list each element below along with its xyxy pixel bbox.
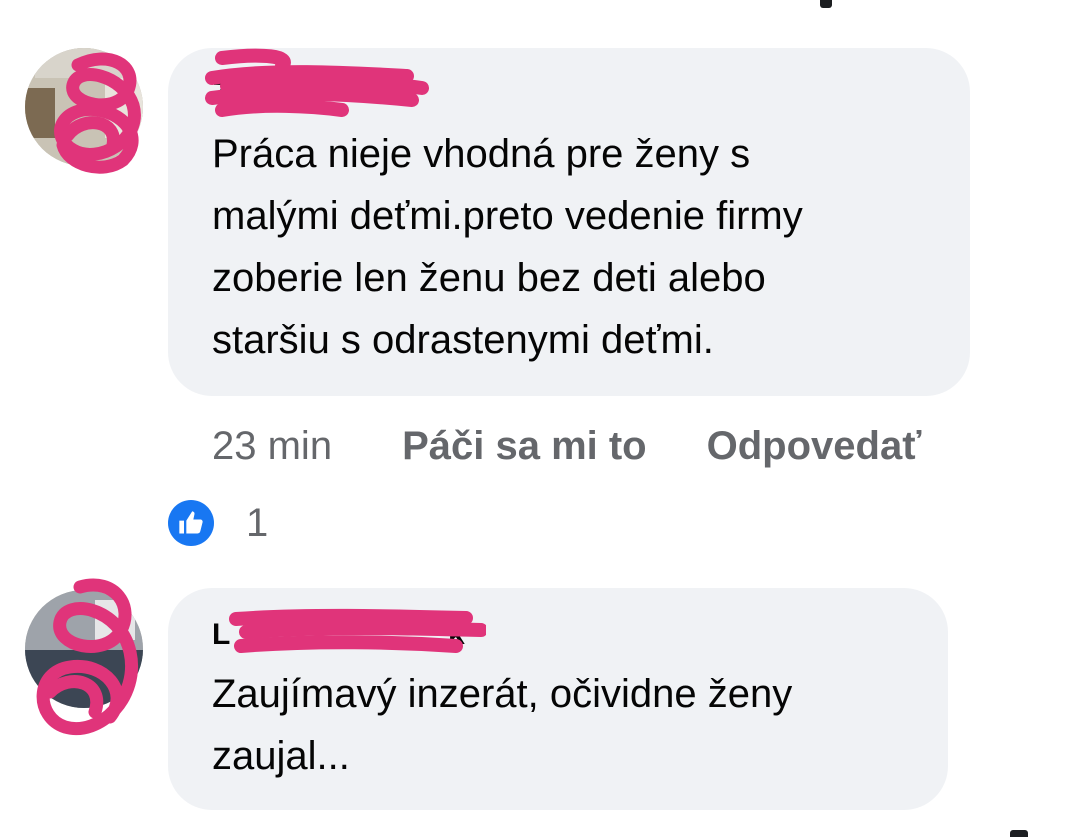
thumbs-up-icon <box>179 511 203 534</box>
clipped-text-fragment <box>1010 830 1028 837</box>
avatar[interactable] <box>25 48 143 166</box>
comment-bubble[interactable]: L k Zaujímavý inzerát, očividne ženy zau… <box>168 588 948 810</box>
comment-text: Práca nieje vhodná pre ženy s malými deť… <box>212 132 803 362</box>
reaction-summary[interactable]: 1 <box>168 498 268 548</box>
reaction-count: 1 <box>246 500 269 545</box>
comment-author[interactable]: L k <box>212 608 492 653</box>
comment-bubble[interactable]: Ž Práca nieje vhodná pre ženy s malými d… <box>168 48 970 396</box>
name-redaction <box>205 48 429 117</box>
avatar[interactable] <box>25 590 143 708</box>
reply-button[interactable]: Odpovedať <box>707 424 922 469</box>
comment-meta: 23 min Páči sa mi to Odpovedať <box>212 420 981 472</box>
avatar-photo <box>25 590 143 708</box>
comment-author[interactable]: Ž <box>205 48 442 117</box>
name-redaction <box>229 608 486 653</box>
avatar-photo <box>25 48 143 166</box>
comment-thread: Ž Práca nieje vhodná pre ženy s malými d… <box>0 0 1080 837</box>
like-button[interactable]: Páči sa mi to <box>402 424 647 469</box>
like-icon <box>168 500 214 546</box>
comment-time[interactable]: 23 min <box>212 424 332 469</box>
clipped-text-fragment <box>820 0 832 8</box>
comment-text: Zaujímavý inzerát, očividne ženy zaujal.… <box>212 672 793 778</box>
